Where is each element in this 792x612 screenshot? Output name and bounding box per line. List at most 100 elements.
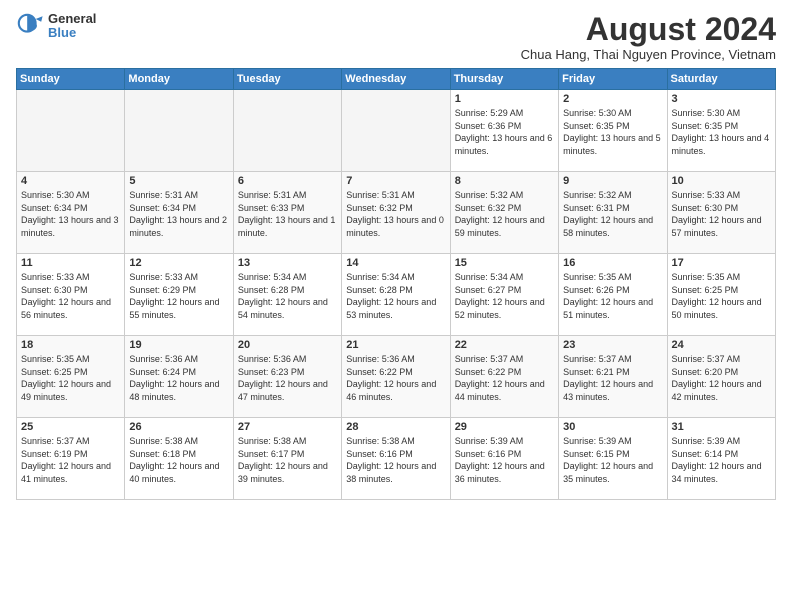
calendar-cell: 9 Sunrise: 5:32 AMSunset: 6:31 PMDaylight…: [559, 172, 667, 254]
day-number: 14: [346, 257, 445, 269]
day-number: 23: [563, 339, 662, 351]
day-number: 4: [21, 175, 120, 187]
day-number: 15: [455, 257, 554, 269]
calendar-header-thursday: Thursday: [450, 69, 558, 90]
day-number: 16: [563, 257, 662, 269]
day-number: 7: [346, 175, 445, 187]
calendar-header-sunday: Sunday: [17, 69, 125, 90]
day-info: Sunrise: 5:31 AMSunset: 6:33 PMDaylight:…: [238, 189, 337, 239]
day-info: Sunrise: 5:34 AMSunset: 6:27 PMDaylight:…: [455, 271, 554, 321]
calendar-cell: [125, 90, 233, 172]
calendar-cell: 1 Sunrise: 5:29 AMSunset: 6:36 PMDaylight…: [450, 90, 558, 172]
day-number: 8: [455, 175, 554, 187]
calendar-cell: 21Sunrise: 5:36 AMSunset: 6:22 PMDayligh…: [342, 336, 450, 418]
calendar-cell: 2Sunrise: 5:30 AMSunset: 6:35 PMDaylight…: [559, 90, 667, 172]
calendar-header-wednesday: Wednesday: [342, 69, 450, 90]
calendar-cell: 14 Sunrise: 5:34 AMSunset: 6:28 PMDayligh…: [342, 254, 450, 336]
title-block: August 2024 Chua Hang, Thai Nguyen Provi…: [521, 12, 776, 62]
calendar-cell: 7 Sunrise: 5:31 AMSunset: 6:32 PMDaylight…: [342, 172, 450, 254]
calendar-header-friday: Friday: [559, 69, 667, 90]
calendar-cell: [233, 90, 341, 172]
day-info: Sunrise: 5:32 AMSunset: 6:31 PMDaylight:…: [563, 189, 662, 239]
calendar-cell: 19 Sunrise: 5:36 AMSunset: 6:24 PMDayligh…: [125, 336, 233, 418]
logo-icon: [16, 12, 44, 40]
day-number: 29: [455, 421, 554, 433]
day-info: Sunrise: 5:32 AMSunset: 6:32 PMDaylight:…: [455, 189, 554, 239]
logo-text: General Blue: [48, 12, 96, 41]
day-info: Sunrise: 5:33 AMSunset: 6:29 PMDaylight:…: [129, 271, 228, 321]
calendar-cell: 11Sunrise: 5:33 AMSunset: 6:30 PMDayligh…: [17, 254, 125, 336]
day-number: 17: [672, 257, 771, 269]
calendar-cell: 6 Sunrise: 5:31 AMSunset: 6:33 PMDaylight…: [233, 172, 341, 254]
calendar-cell: 25 Sunrise: 5:37 AMSunset: 6:19 PMDayligh…: [17, 418, 125, 500]
calendar-header-tuesday: Tuesday: [233, 69, 341, 90]
day-number: 24: [672, 339, 771, 351]
calendar-cell: 28Sunrise: 5:38 AMSunset: 6:16 PMDayligh…: [342, 418, 450, 500]
calendar-week-3: 11Sunrise: 5:33 AMSunset: 6:30 PMDayligh…: [17, 254, 776, 336]
calendar-week-5: 25 Sunrise: 5:37 AMSunset: 6:19 PMDayligh…: [17, 418, 776, 500]
calendar-header-row: SundayMondayTuesdayWednesdayThursdayFrid…: [17, 69, 776, 90]
day-info: Sunrise: 5:30 AMSunset: 6:35 PMDaylight:…: [563, 107, 662, 157]
day-number: 27: [238, 421, 337, 433]
day-number: 1: [455, 93, 554, 105]
day-number: 22: [455, 339, 554, 351]
calendar-cell: 15 Sunrise: 5:34 AMSunset: 6:27 PMDayligh…: [450, 254, 558, 336]
logo-blue: Blue: [48, 26, 96, 40]
day-info: Sunrise: 5:36 AMSunset: 6:22 PMDaylight:…: [346, 353, 445, 403]
calendar-cell: [342, 90, 450, 172]
day-number: 20: [238, 339, 337, 351]
day-number: 31: [672, 421, 771, 433]
day-info: Sunrise: 5:39 AMSunset: 6:14 PMDaylight:…: [672, 435, 771, 485]
calendar-table: SundayMondayTuesdayWednesdayThursdayFrid…: [16, 68, 776, 500]
day-info: Sunrise: 5:37 AMSunset: 6:20 PMDaylight:…: [672, 353, 771, 403]
day-number: 25: [21, 421, 120, 433]
day-info: Sunrise: 5:29 AMSunset: 6:36 PMDaylight:…: [455, 107, 554, 157]
calendar-cell: 13Sunrise: 5:34 AMSunset: 6:28 PMDayligh…: [233, 254, 341, 336]
day-info: Sunrise: 5:37 AMSunset: 6:19 PMDaylight:…: [21, 435, 120, 485]
calendar-cell: 22 Sunrise: 5:37 AMSunset: 6:22 PMDayligh…: [450, 336, 558, 418]
day-number: 28: [346, 421, 445, 433]
logo: General Blue: [16, 12, 96, 41]
calendar-week-4: 18Sunrise: 5:35 AMSunset: 6:25 PMDayligh…: [17, 336, 776, 418]
calendar-cell: 12 Sunrise: 5:33 AMSunset: 6:29 PMDayligh…: [125, 254, 233, 336]
calendar-cell: 10 Sunrise: 5:33 AMSunset: 6:30 PMDayligh…: [667, 172, 775, 254]
day-info: Sunrise: 5:31 AMSunset: 6:34 PMDaylight:…: [129, 189, 228, 239]
day-info: Sunrise: 5:33 AMSunset: 6:30 PMDaylight:…: [21, 271, 120, 321]
calendar-cell: 24 Sunrise: 5:37 AMSunset: 6:20 PMDayligh…: [667, 336, 775, 418]
calendar-cell: 17Sunrise: 5:35 AMSunset: 6:25 PMDayligh…: [667, 254, 775, 336]
calendar-header-monday: Monday: [125, 69, 233, 90]
calendar-cell: 23 Sunrise: 5:37 AMSunset: 6:21 PMDayligh…: [559, 336, 667, 418]
day-info: Sunrise: 5:33 AMSunset: 6:30 PMDaylight:…: [672, 189, 771, 239]
calendar-cell: 20 Sunrise: 5:36 AMSunset: 6:23 PMDayligh…: [233, 336, 341, 418]
calendar-header-saturday: Saturday: [667, 69, 775, 90]
day-info: Sunrise: 5:37 AMSunset: 6:21 PMDaylight:…: [563, 353, 662, 403]
day-info: Sunrise: 5:34 AMSunset: 6:28 PMDaylight:…: [238, 271, 337, 321]
day-number: 5: [129, 175, 228, 187]
day-number: 3: [672, 93, 771, 105]
day-number: 9: [563, 175, 662, 187]
month-year-title: August 2024: [521, 12, 776, 47]
day-info: Sunrise: 5:38 AMSunset: 6:18 PMDaylight:…: [129, 435, 228, 485]
day-number: 12: [129, 257, 228, 269]
day-info: Sunrise: 5:30 AMSunset: 6:34 PMDaylight:…: [21, 189, 120, 239]
calendar-cell: [17, 90, 125, 172]
day-number: 30: [563, 421, 662, 433]
page: General Blue August 2024 Chua Hang, Thai…: [0, 0, 792, 612]
calendar-week-1: 1 Sunrise: 5:29 AMSunset: 6:36 PMDaylight…: [17, 90, 776, 172]
calendar-cell: 30 Sunrise: 5:39 AMSunset: 6:15 PMDayligh…: [559, 418, 667, 500]
location-text: Chua Hang, Thai Nguyen Province, Vietnam: [521, 47, 776, 62]
day-number: 6: [238, 175, 337, 187]
day-info: Sunrise: 5:30 AMSunset: 6:35 PMDaylight:…: [672, 107, 771, 157]
day-info: Sunrise: 5:36 AMSunset: 6:24 PMDaylight:…: [129, 353, 228, 403]
logo-general: General: [48, 12, 96, 26]
day-number: 10: [672, 175, 771, 187]
day-number: 19: [129, 339, 228, 351]
day-info: Sunrise: 5:34 AMSunset: 6:28 PMDaylight:…: [346, 271, 445, 321]
day-info: Sunrise: 5:36 AMSunset: 6:23 PMDaylight:…: [238, 353, 337, 403]
day-info: Sunrise: 5:31 AMSunset: 6:32 PMDaylight:…: [346, 189, 445, 239]
day-info: Sunrise: 5:37 AMSunset: 6:22 PMDaylight:…: [455, 353, 554, 403]
day-info: Sunrise: 5:39 AMSunset: 6:15 PMDaylight:…: [563, 435, 662, 485]
day-info: Sunrise: 5:35 AMSunset: 6:25 PMDaylight:…: [21, 353, 120, 403]
day-info: Sunrise: 5:38 AMSunset: 6:17 PMDaylight:…: [238, 435, 337, 485]
calendar-cell: 8 Sunrise: 5:32 AMSunset: 6:32 PMDaylight…: [450, 172, 558, 254]
